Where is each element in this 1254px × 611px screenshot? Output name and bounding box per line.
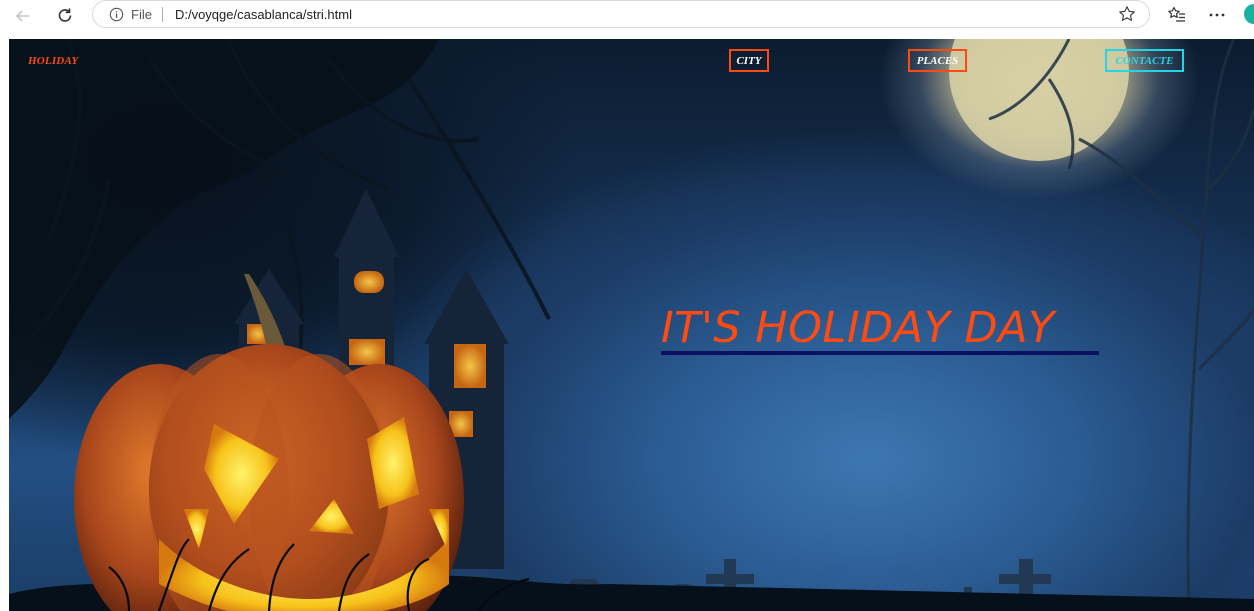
favorite-star-icon[interactable] <box>1117 4 1137 24</box>
more-options-icon[interactable] <box>1206 4 1228 26</box>
page-viewport: HOLIDAY CITY PLACES CONTACTE IT'S HOLIDA… <box>9 39 1254 611</box>
reload-icon <box>58 8 72 22</box>
address-separator <box>161 6 163 22</box>
info-icon[interactable] <box>109 7 124 22</box>
favorites-icon[interactable] <box>1166 4 1188 26</box>
browser-toolbar: File D:/voyqge/casablanca/stri.html <box>0 0 1254 34</box>
scheme-label: File <box>131 6 152 22</box>
reload-button[interactable] <box>51 2 79 30</box>
halloween-background-image <box>9 39 1254 611</box>
nav-link-places[interactable]: PLACES <box>908 49 967 72</box>
nav-link-city[interactable]: CITY <box>729 49 769 72</box>
hero-title-underline <box>661 351 1099 355</box>
hero-title: IT'S HOLIDAY DAY <box>661 303 1055 353</box>
profile-avatar[interactable] <box>1244 4 1254 24</box>
pumpkin-graphic <box>74 274 464 611</box>
nav-link-contacte[interactable]: CONTACTE <box>1105 49 1184 72</box>
site-logo-text[interactable]: HOLIDAY <box>28 55 78 67</box>
back-arrow-icon <box>15 10 29 22</box>
url-text[interactable]: D:/voyqge/casablanca/stri.html <box>175 7 352 22</box>
back-button[interactable] <box>9 2 37 30</box>
address-bar[interactable]: File D:/voyqge/casablanca/stri.html <box>92 0 1150 28</box>
